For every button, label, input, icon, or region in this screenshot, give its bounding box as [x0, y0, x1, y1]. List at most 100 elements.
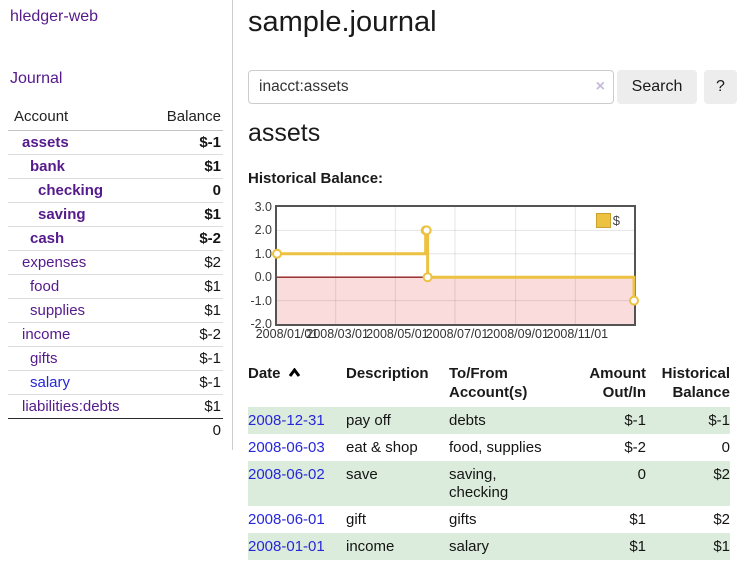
- register-header-amount-out-in: Amount Out/In: [564, 361, 658, 407]
- transaction-date-link[interactable]: 2008-01-01: [248, 538, 325, 555]
- accounts-total-row: 0: [8, 419, 223, 444]
- account-link-salary[interactable]: salary: [30, 374, 70, 391]
- transaction-amount: $-2: [564, 434, 658, 461]
- account-row: food $1: [8, 275, 223, 299]
- account-balance: $-2: [151, 227, 223, 251]
- register-rows: 2008-12-31pay offdebts$-1$-1 2008-06-03 ea…: [248, 407, 730, 560]
- x-tick-label: 2008/03/01: [306, 327, 369, 341]
- account-row: income $-2: [8, 323, 223, 347]
- register-header-description: Description: [346, 361, 449, 407]
- account-link-assets[interactable]: assets: [22, 134, 69, 151]
- sidebar-item-journal[interactable]: Journal: [10, 70, 62, 88]
- account-link-food[interactable]: food: [30, 278, 59, 295]
- transaction-amount: $-1: [564, 407, 658, 434]
- x-tick-label: 2008/05/01: [366, 327, 429, 341]
- account-row: assets $-1: [8, 131, 223, 155]
- account-balance: $-1: [151, 131, 223, 155]
- account-link-supplies[interactable]: supplies: [30, 302, 85, 319]
- transaction-row: 2008-12-31pay offdebts$-1$-1: [248, 407, 730, 434]
- y-tick-label: 2.0: [236, 222, 272, 238]
- account-link-income[interactable]: income: [22, 326, 70, 343]
- account-balance: $1: [151, 395, 223, 419]
- transaction-accounts: food, supplies: [449, 434, 564, 461]
- account-balance: $2: [151, 251, 223, 275]
- transaction-row: 2008-06-01 giftgifts$1$2: [248, 506, 730, 533]
- sidebar: hledger-web Journal Account Balance asse…: [0, 0, 233, 450]
- transaction-date-link[interactable]: 2008-12-31: [248, 412, 325, 429]
- transaction-row: 2008-06-03 eat & shopfood, supplies$-20: [248, 434, 730, 461]
- register-header-date[interactable]: Date: [248, 361, 346, 407]
- account-row: gifts $-1: [8, 347, 223, 371]
- transaction-amount: $1: [564, 533, 658, 560]
- legend-swatch-icon: [596, 213, 611, 228]
- account-link-cash[interactable]: cash: [30, 230, 64, 247]
- chart-canvas: [277, 207, 634, 324]
- transaction-balance: 0: [658, 434, 730, 461]
- account-row: checking0: [8, 179, 223, 203]
- account-link-gifts[interactable]: gifts: [30, 350, 58, 367]
- account-balance: $-1: [151, 347, 223, 371]
- search-form: ×: [248, 70, 614, 104]
- y-tick-label: 3.0: [236, 199, 272, 215]
- register-table: DateDescriptionTo/From Account(s)Amount …: [248, 361, 730, 560]
- transaction-row: 2008-06-02savesaving, checking0$2: [248, 461, 730, 506]
- sort-asc-icon: [288, 368, 301, 377]
- transaction-balance: $-1: [658, 407, 730, 434]
- account-rows: assets$-1bank$1checking0saving$1cash$-2e…: [8, 131, 223, 419]
- accounts-total-value: 0: [151, 419, 223, 444]
- accounts-header-balance: Balance: [151, 104, 223, 131]
- transaction-date-link[interactable]: 2008-06-01: [248, 511, 325, 528]
- register-header-historical-balance: Historical Balance: [658, 361, 730, 407]
- account-balance: $-2: [151, 323, 223, 347]
- x-tick-label: 2008/11/01: [546, 327, 608, 341]
- x-tick-label: 2008/07/01: [426, 327, 489, 341]
- account-balance: $-1: [151, 371, 223, 395]
- transaction-balance: $1: [658, 533, 730, 560]
- y-tick-label: -1.0: [236, 293, 272, 309]
- account-row: salary $-1: [8, 371, 223, 395]
- help-button[interactable]: ?: [704, 70, 737, 104]
- account-link-saving[interactable]: saving: [38, 206, 86, 223]
- chart-legend: $: [596, 213, 620, 228]
- account-balance: $1: [151, 275, 223, 299]
- transaction-date-link[interactable]: 2008-06-03: [248, 439, 325, 456]
- main-content: sample.journal × Search ? assets Histori…: [233, 0, 742, 582]
- clear-search-icon[interactable]: ×: [596, 79, 605, 95]
- account-link-bank[interactable]: bank: [30, 158, 65, 175]
- account-link-expenses[interactable]: expenses: [22, 254, 86, 271]
- transaction-description: save: [346, 461, 449, 506]
- transaction-date-link[interactable]: 2008-06-02: [248, 466, 325, 483]
- account-row: saving $1: [8, 203, 223, 227]
- app-title-link[interactable]: hledger-web: [10, 8, 98, 26]
- transaction-description: gift: [346, 506, 449, 533]
- account-row: bank$1: [8, 155, 223, 179]
- accounts-total-spacer: [8, 419, 151, 444]
- transaction-description: eat & shop: [346, 434, 449, 461]
- transaction-accounts: debts: [449, 407, 564, 434]
- page-title: sample.journal: [248, 5, 437, 39]
- account-balance: $1: [151, 203, 223, 227]
- transaction-description: income: [346, 533, 449, 560]
- chart-title: Historical Balance:: [248, 170, 383, 187]
- accounts-header-row: Account Balance: [8, 104, 223, 131]
- transaction-balance: $2: [658, 506, 730, 533]
- chart-x-axis: 2008/01/012008/03/012008/05/012008/07/01…: [279, 327, 636, 343]
- transaction-amount: $1: [564, 506, 658, 533]
- register-header-row: DateDescriptionTo/From Account(s)Amount …: [248, 361, 730, 407]
- x-tick-label: 2008/09/01: [486, 327, 549, 341]
- transaction-amount: 0: [564, 461, 658, 506]
- hledger-web-app: hledger-web Journal Account Balance asse…: [0, 0, 742, 582]
- transaction-row: 2008-01-01incomesalary$1$1: [248, 533, 730, 560]
- account-row: cash $-2: [8, 227, 223, 251]
- account-row: supplies$1: [8, 299, 223, 323]
- search-button[interactable]: Search: [617, 70, 697, 104]
- account-heading: assets: [248, 118, 320, 148]
- account-link-liabilities-debts[interactable]: liabilities:debts: [22, 398, 120, 415]
- chart-y-axis: 3.02.01.00.0-1.0-2.0: [236, 207, 272, 324]
- search-input[interactable]: [248, 70, 614, 104]
- transaction-accounts: gifts: [449, 506, 564, 533]
- accounts-header-account: Account: [8, 104, 151, 131]
- y-tick-label: 1.0: [236, 246, 272, 262]
- account-row: expenses $2: [8, 251, 223, 275]
- account-link-checking[interactable]: checking: [38, 182, 103, 199]
